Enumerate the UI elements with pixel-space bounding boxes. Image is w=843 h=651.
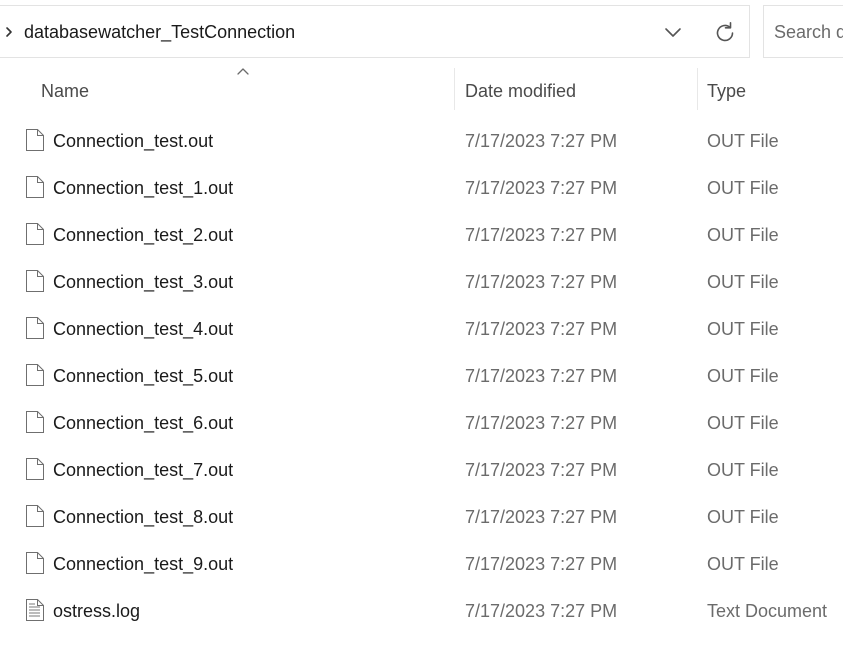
chevron-down-icon[interactable] [658, 18, 688, 48]
column-header-date-modified[interactable]: Date modified [465, 80, 576, 102]
file-list: Connection_test.out 7/17/2023 7:27 PM OU… [0, 118, 843, 635]
file-name[interactable]: Connection_test_7.out [53, 459, 233, 481]
file-name[interactable]: Connection_test_3.out [53, 271, 233, 293]
file-row[interactable]: Connection_test_3.out 7/17/2023 7:27 PM … [0, 259, 843, 306]
file-name[interactable]: Connection_test_1.out [53, 177, 233, 199]
file-date-modified: 7/17/2023 7:27 PM [465, 366, 618, 386]
file-row[interactable]: Connection_test.out 7/17/2023 7:27 PM OU… [0, 118, 843, 165]
chevron-right-icon[interactable] [2, 23, 16, 41]
search-input[interactable] [774, 20, 843, 44]
address-path[interactable]: databasewatcher_TestConnection [24, 20, 295, 44]
file-name[interactable]: ostress.log [53, 600, 140, 622]
file-row[interactable]: Connection_test_5.out 7/17/2023 7:27 PM … [0, 353, 843, 400]
file-date-modified: 7/17/2023 7:27 PM [465, 319, 618, 339]
column-header-type[interactable]: Type [707, 80, 746, 102]
file-icon [25, 504, 45, 528]
file-name[interactable]: Connection_test_8.out [53, 506, 233, 528]
file-row[interactable]: Connection_test_6.out 7/17/2023 7:27 PM … [0, 400, 843, 447]
sort-ascending-icon [236, 64, 250, 75]
file-icon [25, 269, 45, 293]
file-date-modified: 7/17/2023 7:27 PM [465, 413, 618, 433]
file-row[interactable]: Connection_test_4.out 7/17/2023 7:27 PM … [0, 306, 843, 353]
search-box[interactable] [763, 5, 843, 58]
file-row[interactable]: Connection_test_8.out 7/17/2023 7:27 PM … [0, 494, 843, 541]
file-name[interactable]: Connection_test_2.out [53, 224, 233, 246]
file-icon [25, 457, 45, 481]
column-divider[interactable] [454, 68, 455, 110]
file-name[interactable]: Connection_test_6.out [53, 412, 233, 434]
file-type: OUT File [707, 413, 779, 433]
file-icon [25, 410, 45, 434]
file-row[interactable]: Connection_test_7.out 7/17/2023 7:27 PM … [0, 447, 843, 494]
text-document-icon [25, 598, 45, 622]
file-explorer-window: databasewatcher_TestConnection Name Date… [0, 0, 843, 651]
file-date-modified: 7/17/2023 7:27 PM [465, 225, 618, 245]
file-row[interactable]: Connection_test_9.out 7/17/2023 7:27 PM … [0, 541, 843, 588]
file-icon [25, 551, 45, 575]
file-row[interactable]: Connection_test_1.out 7/17/2023 7:27 PM … [0, 165, 843, 212]
column-header-name[interactable]: Name [41, 80, 89, 102]
file-icon [25, 363, 45, 387]
file-date-modified: 7/17/2023 7:27 PM [465, 460, 618, 480]
file-date-modified: 7/17/2023 7:27 PM [465, 601, 618, 621]
file-type: OUT File [707, 366, 779, 386]
file-date-modified: 7/17/2023 7:27 PM [465, 507, 618, 527]
column-divider[interactable] [697, 68, 698, 110]
file-name[interactable]: Connection_test_5.out [53, 365, 233, 387]
file-date-modified: 7/17/2023 7:27 PM [465, 178, 618, 198]
address-bar[interactable]: databasewatcher_TestConnection [0, 5, 750, 58]
file-type: OUT File [707, 319, 779, 339]
file-row[interactable]: Connection_test_2.out 7/17/2023 7:27 PM … [0, 212, 843, 259]
file-date-modified: 7/17/2023 7:27 PM [465, 272, 618, 292]
file-type: OUT File [707, 272, 779, 292]
file-icon [25, 128, 45, 152]
refresh-icon[interactable] [710, 18, 740, 48]
file-type: Text Document [707, 601, 828, 621]
file-date-modified: 7/17/2023 7:27 PM [465, 131, 618, 151]
file-icon [25, 175, 45, 199]
file-name[interactable]: Connection_test.out [53, 130, 213, 152]
file-date-modified: 7/17/2023 7:27 PM [465, 554, 618, 574]
file-type: OUT File [707, 507, 779, 527]
file-icon [25, 222, 45, 246]
file-type: OUT File [707, 554, 779, 574]
file-type: OUT File [707, 131, 779, 151]
file-name[interactable]: Connection_test_4.out [53, 318, 233, 340]
file-type: OUT File [707, 178, 779, 198]
file-name[interactable]: Connection_test_9.out [53, 553, 233, 575]
file-row[interactable]: ostress.log 7/17/2023 7:27 PM Text Docum… [0, 588, 843, 635]
file-type: OUT File [707, 460, 779, 480]
file-type: OUT File [707, 225, 779, 245]
file-icon [25, 316, 45, 340]
